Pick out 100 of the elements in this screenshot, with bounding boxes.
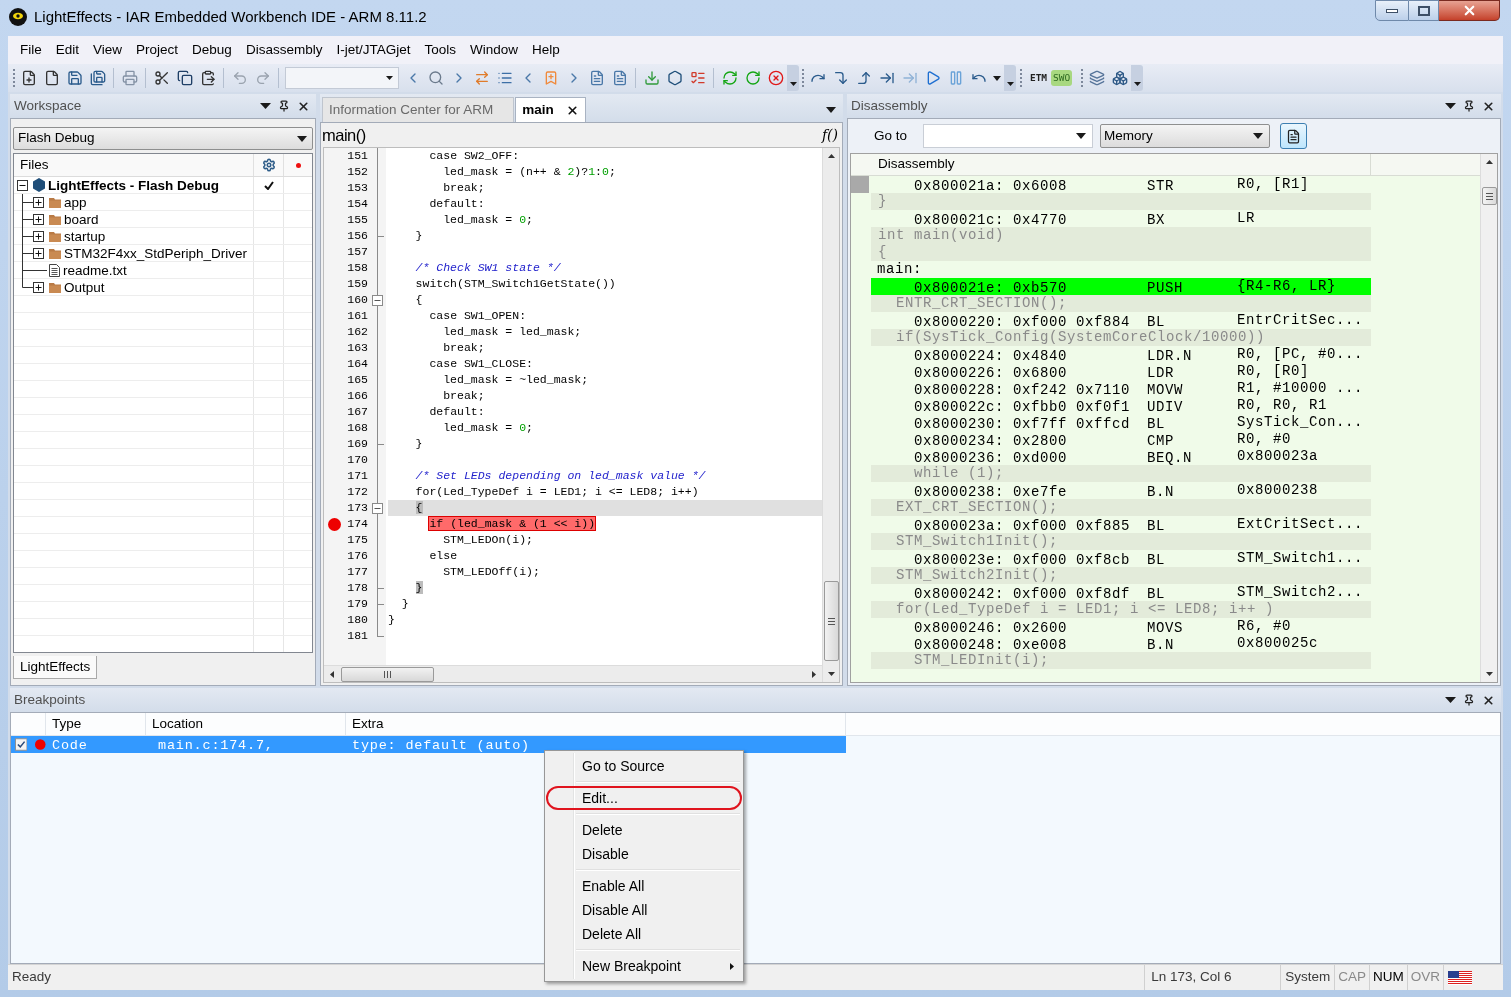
editor-tab[interactable]: main xyxy=(515,97,586,122)
pin-icon[interactable] xyxy=(278,100,290,112)
menu-item[interactable]: Edit xyxy=(48,39,87,61)
expand-icon[interactable] xyxy=(33,230,44,242)
caret-icon[interactable] xyxy=(826,107,836,113)
file-icon[interactable] xyxy=(43,70,60,86)
vertical-scrollbar[interactable] xyxy=(1480,154,1497,682)
expand-icon[interactable] xyxy=(33,196,44,208)
menu-item[interactable]: File xyxy=(13,39,49,61)
refresh-icon[interactable] xyxy=(721,70,738,86)
breakpoint-icon[interactable] xyxy=(327,517,341,531)
close-icon[interactable] xyxy=(1482,99,1495,113)
save-all-icon[interactable] xyxy=(89,70,106,86)
menu-item[interactable]: Help xyxy=(524,39,567,61)
save-icon[interactable] xyxy=(66,70,83,86)
tree-item[interactable]: app xyxy=(64,193,87,211)
caret-icon[interactable] xyxy=(1445,103,1456,109)
toolbar-overflow-button[interactable] xyxy=(787,65,799,91)
column-header[interactable]: Files xyxy=(20,154,49,176)
column-header[interactable]: Disassembly xyxy=(878,154,955,175)
close-button[interactable] xyxy=(1439,0,1500,21)
menu-item[interactable]: Tools xyxy=(417,39,463,61)
dot-icon[interactable] xyxy=(295,162,301,168)
menu-item[interactable]: I-jet/JTAGjet xyxy=(329,39,418,61)
expand-icon[interactable] xyxy=(33,213,44,225)
new-file-icon[interactable] xyxy=(20,70,37,86)
maximize-button[interactable] xyxy=(1409,0,1439,21)
menu-item[interactable]: Enable All xyxy=(546,874,742,898)
toolbar-overflow-button[interactable] xyxy=(1004,65,1016,91)
column-header[interactable]: Type xyxy=(52,713,82,735)
tree-item[interactable]: readme.txt xyxy=(63,261,127,279)
menu-item[interactable]: View xyxy=(86,39,130,61)
grip-icon[interactable] xyxy=(13,69,16,87)
grip-icon[interactable] xyxy=(1020,69,1023,87)
corner-arrow-down-icon[interactable] xyxy=(832,70,849,86)
close-icon[interactable] xyxy=(565,103,579,117)
menu-item[interactable]: Edit... xyxy=(546,786,742,810)
tree-item[interactable]: LightEffects - Flash Debug xyxy=(48,176,219,194)
minimize-button[interactable] xyxy=(1375,0,1409,21)
trace-button[interactable]: ETM xyxy=(1027,70,1050,86)
close-icon[interactable] xyxy=(297,99,310,113)
scrollbar-thumb[interactable] xyxy=(823,581,839,661)
clipboard-icon[interactable] xyxy=(199,70,216,86)
scissors-icon[interactable] xyxy=(153,70,170,86)
download-icon[interactable] xyxy=(643,70,660,86)
menu-item[interactable]: Delete xyxy=(546,818,742,842)
corner-arrow-up-icon[interactable] xyxy=(855,70,872,86)
editor-tab[interactable]: Information Center for ARM xyxy=(322,97,515,122)
layers-icon[interactable] xyxy=(1088,70,1105,86)
menu-item[interactable]: Debug xyxy=(185,39,239,61)
tree-item[interactable]: Output xyxy=(64,278,105,296)
tree-item[interactable]: startup xyxy=(64,227,106,245)
tree-item[interactable]: board xyxy=(64,210,99,228)
toolbar-overflow-button[interactable] xyxy=(1131,65,1144,91)
menu-item[interactable]: Window xyxy=(462,39,525,61)
gear-icon[interactable] xyxy=(261,158,276,172)
tree-item[interactable]: STM32F4xx_StdPeriph_Driver xyxy=(64,244,248,262)
hexagon-icon[interactable] xyxy=(666,70,683,86)
grip-icon[interactable] xyxy=(802,69,805,87)
collapse-icon[interactable] xyxy=(17,179,28,191)
expand-icon[interactable] xyxy=(33,281,44,293)
menu-item[interactable]: Project xyxy=(129,39,186,61)
menu-item[interactable]: Disable xyxy=(546,842,742,866)
function-list-button[interactable]: f() xyxy=(821,124,838,146)
caret-icon[interactable] xyxy=(1445,697,1456,703)
column-header[interactable]: Location xyxy=(152,713,204,735)
arrow-to-line-icon[interactable] xyxy=(878,70,895,86)
combo-field[interactable] xyxy=(285,67,399,89)
scrollbar-thumb[interactable] xyxy=(341,666,434,682)
document-icon[interactable] xyxy=(588,70,605,86)
checklist-icon[interactable] xyxy=(689,70,706,86)
workspace-tab[interactable]: LightEffects xyxy=(13,656,98,679)
horizontal-scrollbar[interactable] xyxy=(324,665,822,682)
circular-arrow-icon[interactable] xyxy=(744,70,761,86)
menu-item[interactable]: New Breakpoint xyxy=(546,954,742,978)
menu-item[interactable]: Disable All xyxy=(546,898,742,922)
copy-icon[interactable] xyxy=(176,70,193,86)
caret-icon[interactable] xyxy=(260,103,271,109)
menu-item[interactable]: Disassembly xyxy=(238,39,330,61)
expand-icon[interactable] xyxy=(33,247,44,259)
document-icon[interactable] xyxy=(611,70,628,86)
menu-item[interactable]: Go to Source xyxy=(546,754,742,778)
collapse-icon[interactable] xyxy=(372,294,383,306)
collapse-icon[interactable] xyxy=(372,502,383,514)
pin-icon[interactable] xyxy=(1463,100,1475,112)
print-icon[interactable] xyxy=(121,70,138,86)
x-circle-icon[interactable] xyxy=(767,70,784,86)
search-icon[interactable] xyxy=(427,70,444,86)
pin-icon[interactable] xyxy=(1463,694,1475,706)
vertical-scrollbar[interactable] xyxy=(822,148,839,682)
grip-icon[interactable] xyxy=(1081,69,1085,87)
column-header[interactable]: Extra xyxy=(352,713,384,735)
configuration-select[interactable]: Flash Debug xyxy=(13,127,313,150)
caret-icon[interactable] xyxy=(297,135,307,142)
boxes-icon[interactable] xyxy=(1111,70,1128,86)
options-button[interactable] xyxy=(1280,123,1308,149)
memory-select[interactable]: Memory xyxy=(1100,124,1271,148)
menu-item[interactable]: Delete All xyxy=(546,922,742,946)
scrollbar-thumb[interactable] xyxy=(1481,187,1497,205)
close-icon[interactable] xyxy=(1482,693,1495,707)
